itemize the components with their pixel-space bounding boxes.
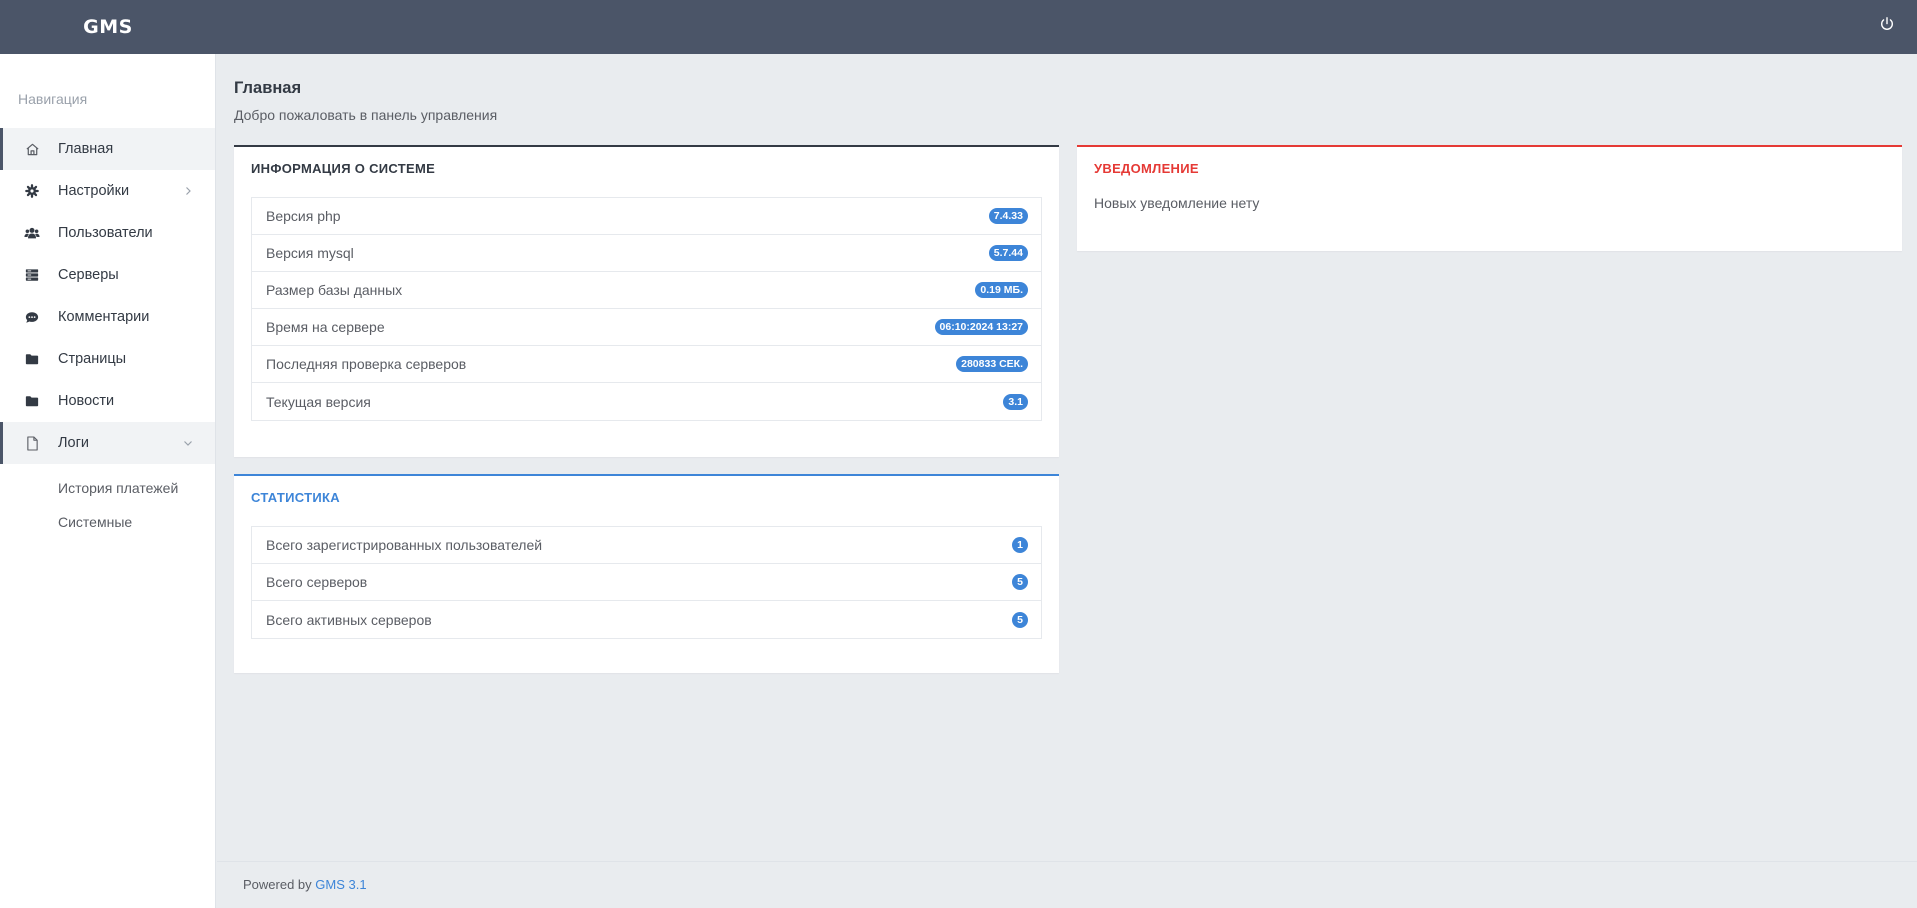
sidebar-item-label: Страницы: [58, 351, 127, 367]
statistics-card: СТАТИСТИКА Всего зарегистрированных поль…: [234, 474, 1059, 673]
count-badge: 1: [1012, 537, 1028, 553]
gear-icon: [24, 183, 40, 199]
value-badge: 3.1: [1003, 393, 1028, 410]
system-info-list: Версия php 7.4.33 Версия mysql 5.7.44 Ра…: [251, 197, 1042, 421]
nav-list: Главная Настройки Пользователи Серверы К…: [0, 128, 215, 464]
home-icon: [24, 141, 40, 157]
footer: Powered by GMS 3.1: [217, 861, 1917, 908]
folder-icon: [24, 351, 40, 367]
count-badge: 5: [1012, 574, 1028, 590]
sidebar-item-label: Серверы: [58, 267, 119, 283]
list-item: Всего активных серверов 5: [252, 601, 1041, 638]
sidebar-item-pages[interactable]: Страницы: [0, 338, 215, 380]
comments-icon: [24, 309, 40, 325]
subnav-item-payment-history[interactable]: История платежей: [0, 471, 215, 505]
list-item: Всего зарегистрированных пользователей 1: [252, 527, 1041, 564]
count-badge: 5: [1012, 611, 1028, 628]
brand-logo[interactable]: GMS: [0, 16, 216, 38]
row-label: Текущая версия: [266, 393, 371, 410]
power-icon[interactable]: [1879, 16, 1899, 36]
notifications-card: УВЕДОМЛЕНИЕ Новых уведомление нету: [1077, 145, 1902, 251]
row-label: Версия mysql: [266, 245, 354, 261]
system-info-card: ИНФОРМАЦИЯ О СИСТЕМЕ Версия php 7.4.33 В…: [234, 145, 1059, 457]
row-label: Размер базы данных: [266, 282, 403, 298]
sidebar-item-logs[interactable]: Логи: [0, 422, 215, 464]
row-label: Всего серверов: [266, 574, 368, 590]
chevron-down-icon: [183, 437, 195, 449]
main-content: Главная Добро пожаловать в панель управл…: [217, 54, 1917, 908]
sidebar-item-news[interactable]: Новости: [0, 380, 215, 422]
list-item: Размер базы данных 0.19 МБ.: [252, 272, 1041, 309]
value-badge: 7.4.33: [988, 208, 1028, 224]
row-label: Время на сервере: [266, 319, 385, 335]
page-subtitle: Добро пожаловать в панель управления: [234, 107, 498, 123]
value-badge: 0.19 МБ.: [975, 282, 1028, 298]
sidebar: Навигация Главная Настройки Пользователи: [0, 54, 216, 908]
footer-link[interactable]: GMS 3.1: [315, 877, 366, 892]
server-icon: [24, 267, 40, 283]
row-label: Всего активных серверов: [266, 611, 432, 628]
statistics-list: Всего зарегистрированных пользователей 1…: [251, 526, 1042, 639]
list-item: Версия mysql 5.7.44: [252, 235, 1041, 272]
row-label: Всего зарегистрированных пользователей: [266, 537, 543, 553]
users-icon: [24, 225, 40, 241]
sidebar-item-home[interactable]: Главная: [0, 128, 215, 170]
sidebar-item-label: Пользователи: [58, 225, 153, 241]
top-navbar: GMS: [0, 0, 1917, 54]
list-item: Последняя проверка серверов 280833 СЕК.: [252, 346, 1041, 383]
value-badge: 5.7.44: [988, 245, 1028, 261]
value-badge: 06:10:2024 13:27: [934, 319, 1028, 335]
subnav-item-system-logs[interactable]: Системные: [0, 505, 215, 539]
card-title: СТАТИСТИКА: [251, 490, 340, 505]
sidebar-item-servers[interactable]: Серверы: [0, 254, 215, 296]
sidebar-item-label: Логи: [58, 435, 89, 451]
sidebar-item-label: Новости: [58, 393, 115, 409]
sidebar-item-users[interactable]: Пользователи: [0, 212, 215, 254]
footer-prefix: Powered by: [243, 877, 312, 892]
sidebar-item-label: Главная: [58, 141, 114, 157]
list-item: Всего серверов 5: [252, 564, 1041, 601]
sidebar-item-settings[interactable]: Настройки: [0, 170, 215, 212]
page-title: Главная: [234, 79, 302, 97]
nav-heading: Навигация: [18, 91, 88, 107]
list-item: Версия php 7.4.33: [252, 198, 1041, 235]
chevron-right-icon: [183, 185, 195, 197]
notification-text: Новых уведомление нету: [1094, 195, 1260, 211]
sidebar-item-label: Настройки: [58, 183, 130, 199]
list-item: Текущая версия 3.1: [252, 383, 1041, 420]
list-item: Время на сервере 06:10:2024 13:27: [252, 309, 1041, 346]
row-label: Последняя проверка серверов: [266, 356, 467, 372]
logs-submenu: История платежей Системные: [0, 471, 215, 539]
value-badge: 280833 СЕК.: [956, 356, 1028, 372]
card-title: ИНФОРМАЦИЯ О СИСТЕМЕ: [251, 161, 436, 176]
card-title: УВЕДОМЛЕНИЕ: [1094, 161, 1199, 176]
file-icon: [24, 435, 40, 451]
row-label: Версия php: [266, 208, 341, 224]
sidebar-item-comments[interactable]: Комментарии: [0, 296, 215, 338]
sidebar-item-label: Комментарии: [58, 309, 150, 325]
folder-icon: [24, 393, 40, 409]
